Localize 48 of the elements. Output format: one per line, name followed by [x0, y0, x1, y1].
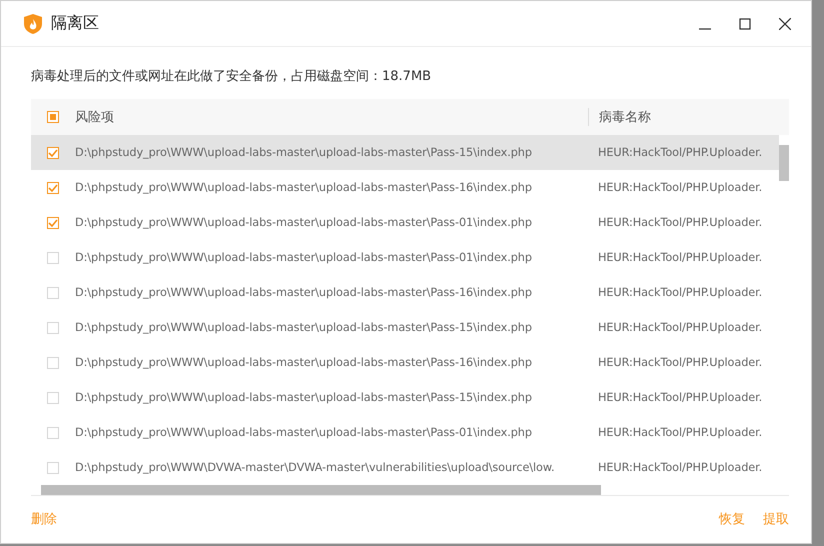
row-checkbox[interactable]: [47, 426, 59, 438]
table-row[interactable]: D:\phpstudy_pro\WWW\upload-labs-master\upload-labs-master\Pass-01\index.php HEUR:HackTool/PHP.Uploader.: [31, 205, 779, 240]
file-path-cell-text: D:\phpstudy_pro\WWW\upload-labs-master\upload-labs-master\Pass-15\index.php: [75, 391, 533, 404]
row-checkbox[interactable]: [47, 252, 59, 264]
file-path-cell-text: D:\phpstudy_pro\WWW\upload-labs-master\upload-labs-master\Pass-01\index.php: [75, 216, 533, 229]
file-path-cell-text: D:\phpstudy_pro\WWW\DVWA-master\DVWA-master\vulnerabilities\upload\source\low.: [75, 461, 556, 474]
description-text: 病毒处理后的文件或网址在此做了安全备份，占用磁盘空间：18.7MB: [30, 68, 432, 86]
table-row[interactable]: D:\phpstudy_pro\WWW\upload-labs-master\upload-labs-master\Pass-15\index.php HEUR:HackTool/PHP.Uploader.: [31, 135, 779, 170]
virus-name-cell-text: HEUR:HackTool/PHP.Uploader.: [597, 321, 764, 334]
table-row[interactable]: D:\phpstudy_pro\WWW\upload-labs-master\upload-labs-master\Pass-01\index.php HEUR:HackTool/PHP.Uploader.: [31, 415, 779, 450]
virus-name-cell-text: HEUR:HackTool/PHP.Uploader.: [597, 461, 764, 474]
row-checkbox[interactable]: [47, 286, 59, 298]
row-checkbox[interactable]: [47, 392, 59, 404]
file-path-cell-text: D:\phpstudy_pro\WWW\upload-labs-master\upload-labs-master\Pass-15\index.php: [75, 146, 533, 159]
file-path-cell-text: D:\phpstudy_pro\WWW\upload-labs-master\upload-labs-master\Pass-16\index.php: [75, 286, 533, 299]
virus-name-cell-text: HEUR:HackTool/PHP.Uploader.: [597, 251, 764, 264]
virus-name-cell-text: HEUR:HackTool/PHP.Uploader.: [597, 356, 764, 369]
virus-name-cell-text: HEUR:HackTool/PHP.Uploader.: [597, 286, 764, 299]
column-header: 风险项: [75, 109, 115, 126]
table-row[interactable]: D:\phpstudy_pro\WWW\upload-labs-master\upload-labs-master\Pass-16\index.php HEUR:HackTool/PHP.Uploader.: [31, 170, 779, 205]
virus-name-cell-text: HEUR:HackTool/PHP.Uploader.: [597, 426, 764, 439]
row-checkbox[interactable]: [47, 462, 59, 474]
row-checkbox[interactable]: [47, 146, 59, 158]
row-checkbox[interactable]: [47, 216, 59, 228]
table-row[interactable]: D:\phpstudy_pro\WWW\upload-labs-master\upload-labs-master\Pass-16\index.php HEUR:HackTool/PHP.Uploader.: [31, 345, 779, 380]
window-title: 隔离区: [51, 13, 99, 34]
row-checkbox[interactable]: [47, 356, 59, 368]
file-path-cell-text: D:\phpstudy_pro\WWW\upload-labs-master\upload-labs-master\Pass-01\index.php: [75, 251, 533, 264]
shield-flame-icon: [23, 12, 43, 34]
virus-name-cell-text: HEUR:HackTool/PHP.Uploader.: [597, 146, 764, 159]
row-checkbox[interactable]: [47, 322, 59, 334]
file-path-cell-text: D:\phpstudy_pro\WWW\upload-labs-master\upload-labs-master\Pass-15\index.php: [75, 321, 533, 334]
virus-name-cell-text: HEUR:HackTool/PHP.Uploader.: [597, 391, 764, 404]
virus-name-cell-text: HEUR:HackTool/PHP.Uploader.: [597, 216, 764, 229]
maximize-icon[interactable]: [739, 18, 751, 30]
virus-name-cell-text: HEUR:HackTool/PHP.Uploader.: [597, 181, 764, 194]
file-path-cell-text: D:\phpstudy_pro\WWW\upload-labs-master\upload-labs-master\Pass-01\index.php: [75, 426, 533, 439]
column-header: 病毒名称: [588, 108, 789, 126]
select-all-checkbox[interactable]: [47, 111, 59, 123]
table-row[interactable]: D:\phpstudy_pro\WWW\DVWA-master\DVWA-master\vulnerabilities\upload\source\low. HEUR:HackTool/PHP.Uploader.: [31, 450, 779, 485]
table-row[interactable]: D:\phpstudy_pro\WWW\upload-labs-master\upload-labs-master\Pass-15\index.php HEUR:HackTool/PHP.Uploader.: [31, 310, 779, 345]
row-checkbox[interactable]: [47, 182, 59, 194]
file-path-cell-text: D:\phpstudy_pro\WWW\upload-labs-master\upload-labs-master\Pass-16\index.php: [75, 181, 533, 194]
file-path-cell-text: D:\phpstudy_pro\WWW\upload-labs-master\upload-labs-master\Pass-16\index.php: [75, 356, 533, 369]
table-row[interactable]: D:\phpstudy_pro\WWW\upload-labs-master\upload-labs-master\Pass-16\index.php HEUR:HackTool/PHP.Uploader.: [31, 275, 779, 310]
close-icon[interactable]: [779, 18, 791, 30]
table-row[interactable]: D:\phpstudy_pro\WWW\upload-labs-master\upload-labs-master\Pass-01\index.php HEUR:HackTool/PHP.Uploader.: [31, 240, 779, 275]
table-row[interactable]: D:\phpstudy_pro\WWW\upload-labs-master\upload-labs-master\Pass-15\index.php HEUR:HackTool/PHP.Uploader.: [31, 380, 779, 415]
